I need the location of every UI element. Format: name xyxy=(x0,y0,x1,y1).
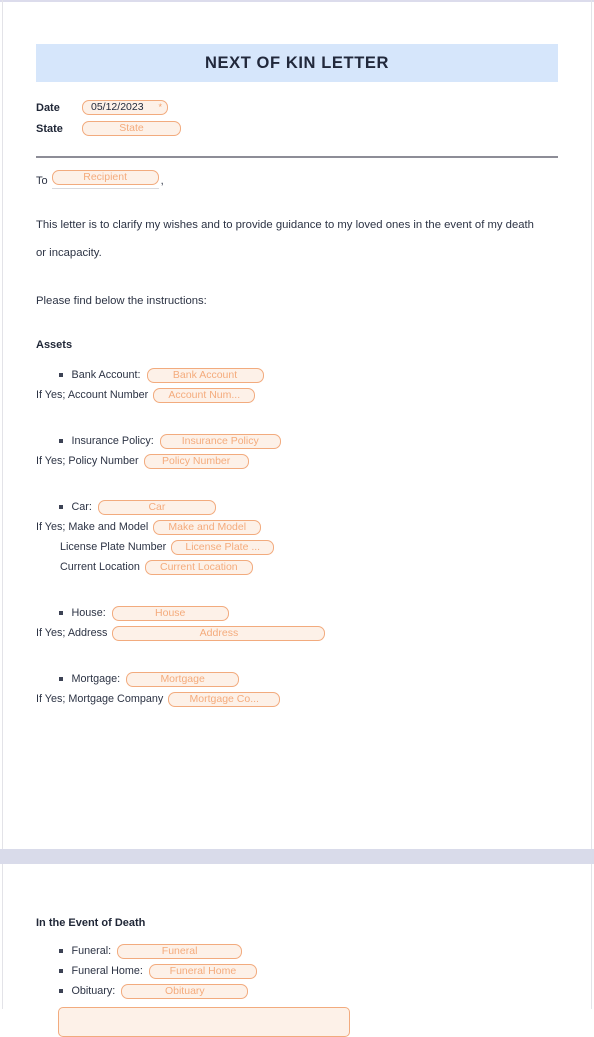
asset-subrow-make-and-model: If Yes; Make and Model Make and Model xyxy=(36,517,558,537)
document-title-banner: NEXT OF KIN LETTER xyxy=(36,44,558,82)
death-label: Funeral: xyxy=(71,945,112,957)
bullet-square-icon xyxy=(59,989,63,993)
state-input[interactable]: State xyxy=(82,121,181,136)
asset-row-car: Car: Car xyxy=(36,497,558,517)
asset-sub-label: Current Location xyxy=(60,561,140,573)
death-heading: In the Event of Death xyxy=(36,917,146,929)
date-input[interactable]: 05/12/2023 * xyxy=(82,100,168,115)
funeral-input[interactable]: Funeral xyxy=(117,943,243,959)
policy-number-input[interactable]: Policy Number xyxy=(143,453,249,469)
date-label: Date xyxy=(36,101,60,114)
page-1: NEXT OF KIN LETTER Date 05/12/2023 * Sta… xyxy=(0,44,594,864)
asset-sub-label: If Yes; Mortgage Company xyxy=(36,693,164,705)
asset-label: Car: xyxy=(71,501,92,513)
letter-paragraph-2: Please find below the instructions: xyxy=(36,295,207,307)
insurance-policy-input[interactable]: Insurance Policy xyxy=(159,433,281,449)
page-1-bottom-spacer xyxy=(36,709,558,849)
asset-label: House: xyxy=(71,607,106,619)
mortgage-company-input[interactable]: Mortgage Co... xyxy=(168,691,281,707)
death-row-obituary: Obituary: Obituary xyxy=(36,981,558,1001)
asset-label: Mortgage: xyxy=(71,673,121,685)
death-row-funeral: Funeral: Funeral xyxy=(36,941,558,961)
bullet-square-icon xyxy=(59,949,63,953)
letter-paragraph-1: This letter is to clarify my wishes and … xyxy=(36,219,534,259)
bank-account-input[interactable]: Bank Account xyxy=(146,367,264,383)
assets-heading: Assets xyxy=(36,339,73,351)
document-body: NEXT OF KIN LETTER Date 05/12/2023 * Sta… xyxy=(0,0,594,1037)
asset-sub-label: If Yes; Make and Model xyxy=(36,521,149,533)
salutation-row: To Recipient , xyxy=(36,169,558,189)
house-input[interactable]: House xyxy=(111,605,229,621)
address-input[interactable]: Address xyxy=(112,625,326,641)
asset-subrow-policy-number: If Yes; Policy Number Policy Number xyxy=(36,451,558,471)
page-2: In the Event of Death Funeral: Funeral F… xyxy=(0,864,594,1037)
state-row: State State xyxy=(36,118,558,139)
asset-row-house: House: House xyxy=(36,603,558,623)
page-2-top-spacer xyxy=(36,864,558,917)
asset-sub-label: If Yes; Address xyxy=(36,627,108,639)
obituary-input[interactable]: Obituary xyxy=(121,983,249,999)
bullet-square-icon xyxy=(59,611,63,615)
obituary-notes-textarea[interactable] xyxy=(58,1007,350,1037)
header-divider xyxy=(36,156,558,158)
recipient-input[interactable]: Recipient xyxy=(51,170,159,186)
bullet-square-icon xyxy=(59,373,63,377)
death-row-funeral-home: Funeral Home: Funeral Home xyxy=(36,961,558,981)
death-label: Funeral Home: xyxy=(71,965,143,977)
asset-label: Insurance Policy: xyxy=(71,435,154,447)
recipient-underline: Recipient xyxy=(51,169,159,189)
asset-subrow-license-plate: License Plate Number License Plate ... xyxy=(36,537,558,557)
asset-sub-label: If Yes; Policy Number xyxy=(36,455,139,467)
make-and-model-input[interactable]: Make and Model xyxy=(153,519,262,535)
asset-row-bank-account: Bank Account: Bank Account xyxy=(36,365,558,385)
asset-row-mortgage: Mortgage: Mortgage xyxy=(36,669,558,689)
state-label: State xyxy=(36,122,63,135)
bullet-square-icon xyxy=(59,505,63,509)
date-value: 05/12/2023 xyxy=(91,101,144,113)
mortgage-input[interactable]: Mortgage xyxy=(126,671,240,687)
license-plate-input[interactable]: License Plate ... xyxy=(171,539,275,555)
account-number-input[interactable]: Account Num... xyxy=(153,387,256,403)
bullet-square-icon xyxy=(59,969,63,973)
bullet-square-icon xyxy=(59,439,63,443)
date-row: Date 05/12/2023 * xyxy=(36,97,558,118)
page-title: NEXT OF KIN LETTER xyxy=(204,53,390,72)
death-label: Obituary: xyxy=(71,985,116,997)
asset-row-insurance-policy: Insurance Policy: Insurance Policy xyxy=(36,431,558,451)
to-label: To xyxy=(36,175,48,187)
page-break-separator xyxy=(0,849,594,864)
current-location-input[interactable]: Current Location xyxy=(144,559,253,575)
car-input[interactable]: Car xyxy=(97,499,216,515)
asset-sub-label: If Yes; Account Number xyxy=(36,389,149,401)
funeral-home-input[interactable]: Funeral Home xyxy=(148,963,257,979)
asset-subrow-account-number: If Yes; Account Number Account Num... xyxy=(36,385,558,405)
required-asterisk-icon: * xyxy=(158,102,162,112)
asset-sub-label: License Plate Number xyxy=(60,541,167,553)
salutation-comma: , xyxy=(160,175,164,187)
asset-subrow-current-location: Current Location Current Location xyxy=(36,557,558,577)
asset-label: Bank Account: xyxy=(71,369,141,381)
bullet-square-icon xyxy=(59,677,63,681)
asset-subrow-mortgage-company: If Yes; Mortgage Company Mortgage Co... xyxy=(36,689,558,709)
asset-subrow-address: If Yes; Address Address xyxy=(36,623,558,643)
